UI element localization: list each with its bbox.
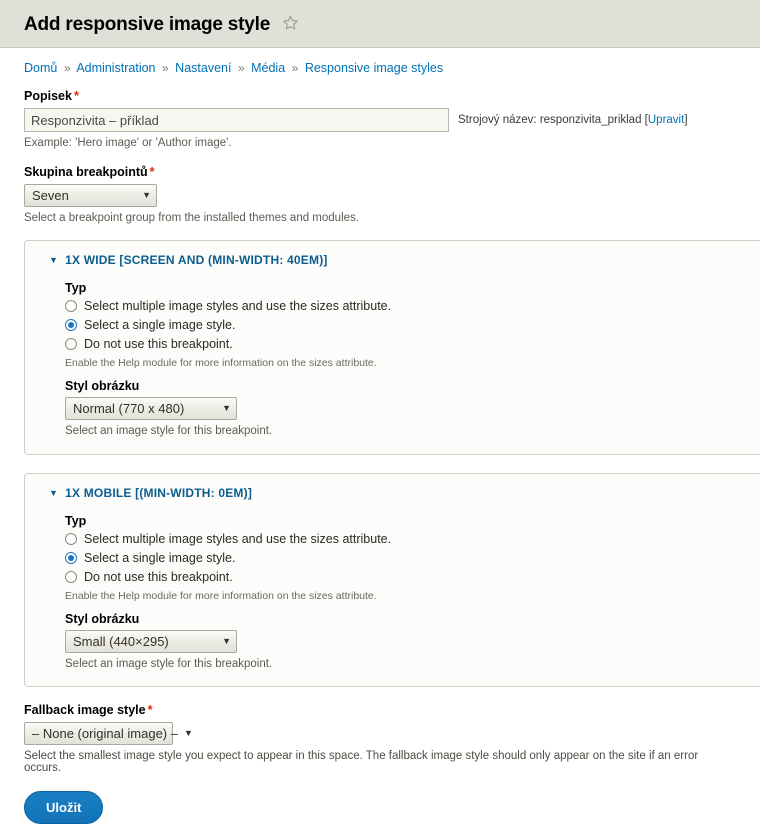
image-style-label: Styl obrázku [65, 612, 760, 626]
breakpoint-fieldset-wide-legend-text: 1x wide [screen and (min-width: 40em)] [65, 253, 327, 267]
type-option-multiple[interactable]: Select multiple image styles and use the… [65, 530, 760, 548]
machine-name-value: responzivita_priklad [540, 114, 642, 126]
fallback-image-style-label: Fallback image style* [24, 703, 736, 717]
breakpoint-fieldset-mobile-legend[interactable]: ▼ 1x mobile [(min-width: 0em)] [25, 486, 760, 500]
radio-icon[interactable] [65, 533, 77, 545]
fallback-image-style-description: Select the smallest image style you expe… [24, 750, 736, 774]
label-field-group: Popisek* Strojový název: responzivita_pr… [24, 89, 736, 152]
radio-icon[interactable] [65, 300, 77, 312]
machine-name: Strojový název: responzivita_priklad [Up… [458, 114, 688, 126]
breadcrumb-item-2[interactable]: Nastavení [175, 61, 231, 75]
radio-icon-checked[interactable] [65, 319, 77, 331]
chevron-down-icon: ▼ [222, 404, 231, 413]
image-style-select-value: Normal (770 x 480) [73, 401, 184, 416]
chevron-down-icon: ▼ [49, 488, 58, 498]
breakpoint-group-label-text: Skupina breakpointů [24, 165, 148, 179]
fallback-image-style-select-value: – None (original image) – [32, 726, 178, 741]
radio-icon[interactable] [65, 338, 77, 350]
required-marker: * [150, 165, 155, 179]
image-style-description: Select an image style for this breakpoin… [65, 424, 760, 440]
chevron-down-icon: ▼ [142, 191, 151, 200]
required-marker: * [148, 703, 153, 717]
breadcrumb-item-4[interactable]: Responsive image styles [305, 61, 443, 75]
label-input-row: Strojový název: responzivita_priklad [Up… [24, 108, 736, 132]
breadcrumb-item-3[interactable]: Média [251, 61, 285, 75]
breadcrumb: Domů » Administration » Nastavení » Médi… [0, 48, 760, 75]
type-label: Typ [65, 281, 760, 295]
breakpoint-fieldset-mobile-legend-text: 1x mobile [(min-width: 0em)] [65, 486, 252, 500]
breakpoint-fieldset-mobile: ▼ 1x mobile [(min-width: 0em)] Typ Select… [24, 473, 760, 688]
breakpoint-group-label: Skupina breakpointů* [24, 165, 736, 179]
breadcrumb-item-1[interactable]: Administration [76, 61, 155, 75]
breadcrumb-separator: » [292, 61, 299, 75]
star-outline-icon[interactable] [282, 14, 299, 34]
breadcrumb-separator: » [64, 61, 71, 75]
image-style-select[interactable]: Small (440×295) ▼ [65, 630, 237, 653]
breakpoint-group-description: Select a breakpoint group from the insta… [24, 211, 736, 227]
chevron-down-icon: ▼ [222, 637, 231, 646]
breakpoint-fieldset-wide-legend[interactable]: ▼ 1x wide [screen and (min-width: 40em)] [25, 253, 760, 267]
machine-name-prefix: Strojový název: [458, 114, 537, 126]
type-option-single[interactable]: Select a single image style. [65, 316, 760, 334]
image-style-label: Styl obrázku [65, 379, 760, 393]
breakpoint-fieldset-wide: ▼1x wide [screen and (min-width: 40em)] … [24, 240, 760, 455]
type-label: Typ [65, 514, 760, 528]
chevron-down-icon: ▼ [184, 729, 193, 738]
breadcrumb-separator: » [238, 61, 245, 75]
type-option-none-label[interactable]: Do not use this breakpoint. [84, 337, 233, 351]
breakpoint-fieldset-mobile-body: Typ Select multiple image styles and use… [25, 500, 760, 673]
machine-name-edit-link[interactable]: Upravit [648, 114, 684, 126]
breakpoint-group-field: Skupina breakpointů* Seven ▼ Select a br… [24, 165, 736, 227]
fallback-image-style-label-text: Fallback image style [24, 703, 146, 717]
type-option-multiple-label[interactable]: Select multiple image styles and use the… [84, 299, 391, 313]
fallback-image-style-select[interactable]: – None (original image) – ▼ [24, 722, 173, 745]
breadcrumb-separator: » [162, 61, 169, 75]
label-field-label-text: Popisek [24, 89, 72, 103]
required-marker: * [74, 89, 79, 103]
type-help-text: Enable the Help module for more informat… [65, 590, 760, 602]
page-header: Add responsive image style [0, 0, 760, 48]
page-title: Add responsive image style [24, 14, 270, 36]
radio-icon-checked[interactable] [65, 552, 77, 564]
type-option-none-label[interactable]: Do not use this breakpoint. [84, 570, 233, 584]
responsive-image-style-form: Popisek* Strojový název: responzivita_pr… [0, 75, 760, 824]
breakpoint-fieldset-wide-body: Typ Select multiple image styles and use… [25, 267, 760, 440]
radio-icon[interactable] [65, 571, 77, 583]
breadcrumb-item-0[interactable]: Domů [24, 61, 57, 75]
type-option-single-label[interactable]: Select a single image style. [84, 551, 235, 565]
label-input[interactable] [24, 108, 449, 132]
type-option-none[interactable]: Do not use this breakpoint. [65, 335, 760, 353]
chevron-down-icon: ▼ [49, 255, 58, 265]
type-option-single[interactable]: Select a single image style. [65, 549, 760, 567]
type-option-single-label[interactable]: Select a single image style. [84, 318, 235, 332]
type-option-none[interactable]: Do not use this breakpoint. [65, 568, 760, 586]
label-field-description: Example: 'Hero image' or 'Author image'. [24, 136, 736, 152]
fallback-image-style-field: Fallback image style* – None (original i… [24, 703, 736, 774]
machine-name-bracket-close: ] [684, 114, 687, 126]
type-option-multiple-label[interactable]: Select multiple image styles and use the… [84, 532, 391, 546]
type-help-text: Enable the Help module for more informat… [65, 357, 760, 369]
save-button[interactable]: Uložit [24, 791, 103, 824]
type-option-multiple[interactable]: Select multiple image styles and use the… [65, 297, 760, 315]
form-actions: Uložit [24, 774, 736, 824]
breakpoint-group-select-value: Seven [32, 188, 69, 203]
image-style-description: Select an image style for this breakpoin… [65, 657, 760, 673]
label-field-label: Popisek* [24, 89, 736, 103]
image-style-select[interactable]: Normal (770 x 480) ▼ [65, 397, 237, 420]
image-style-select-value: Small (440×295) [73, 634, 169, 649]
breakpoint-group-select[interactable]: Seven ▼ [24, 184, 157, 207]
